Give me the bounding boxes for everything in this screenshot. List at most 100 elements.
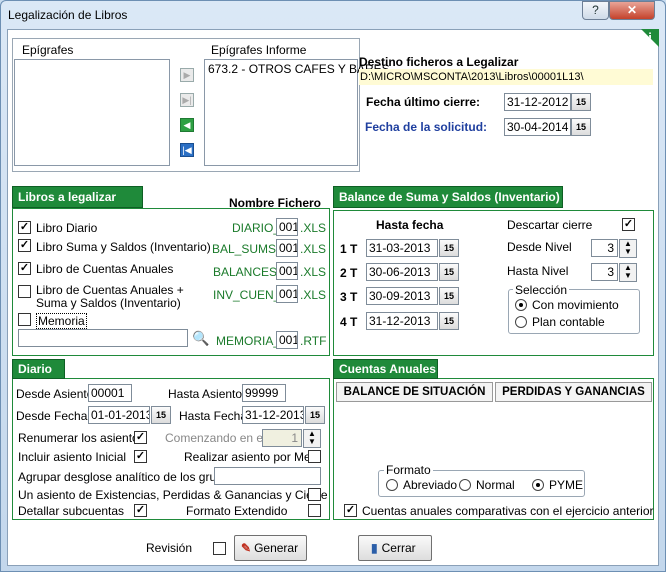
- trimestre-4-label: 4 T: [340, 315, 358, 329]
- pyme-radio[interactable]: [532, 479, 544, 491]
- calendar-icon[interactable]: 15: [439, 312, 459, 330]
- destino-title: Destino ficheros a Legalizar: [359, 55, 519, 69]
- memoria-file-input[interactable]: [18, 329, 188, 347]
- calendar-icon[interactable]: 15: [439, 263, 459, 281]
- desde-asiento-input[interactable]: 00001: [88, 384, 132, 402]
- renumerar-label: Renumerar los asientos: [18, 431, 145, 445]
- normal-radio[interactable]: [459, 479, 471, 491]
- libro-suma-checkbox[interactable]: ✓: [18, 239, 31, 252]
- list-item[interactable]: 673.2 - OTROS CAFES Y BARES: [205, 60, 390, 78]
- desde-nivel-input[interactable]: 3: [591, 239, 618, 257]
- trimestre-2-label: 2 T: [340, 266, 358, 280]
- calendar-icon[interactable]: 15: [305, 406, 325, 424]
- libro-inventario-checkbox[interactable]: [18, 285, 31, 298]
- move-left-icon[interactable]: ◀: [180, 118, 194, 132]
- libro-diario-number[interactable]: 001: [276, 218, 298, 236]
- trimestre-2-input[interactable]: 30-06-2013: [366, 263, 438, 281]
- existencias-label: Un asiento de Existencias, Perdidas & Ga…: [18, 488, 328, 502]
- epigrafes-label: Epígrafes: [22, 43, 74, 57]
- revision-checkbox[interactable]: [213, 542, 226, 555]
- libro-suma-number[interactable]: 001: [276, 239, 298, 257]
- desde-nivel-label: Desde Nivel: [507, 240, 572, 254]
- hasta-fecha-label: Hasta fecha: [376, 218, 444, 232]
- libro-inventario-number[interactable]: 001: [276, 285, 298, 303]
- libro-cuentas-number[interactable]: 001: [276, 262, 298, 280]
- calendar-icon[interactable]: 15: [151, 406, 171, 424]
- comenzando-label: Comenzando en el: [165, 431, 266, 445]
- hasta-nivel-stepper[interactable]: ▲ ▼: [619, 263, 637, 282]
- asiento-mes-label: Realizar asiento por Mes: [184, 450, 317, 464]
- asiento-inicial-label: Incluir asiento Inicial: [18, 450, 127, 464]
- con-movimiento-label: Con movimiento: [532, 298, 619, 312]
- tab-perdidas-ganancias[interactable]: PERDIDAS Y GANANCIAS: [495, 382, 652, 402]
- memoria-number[interactable]: 001: [276, 331, 298, 349]
- cerrar-button[interactable]: ▮ Cerrar: [358, 535, 432, 561]
- generar-button[interactable]: ✎ Generar: [234, 535, 307, 561]
- close-window-button[interactable]: ✕: [609, 1, 655, 20]
- tab-balance-situacion[interactable]: BALANCE DE SITUACIÓN: [336, 382, 493, 402]
- desde-fecha-input[interactable]: 01-01-2013: [88, 406, 150, 424]
- libro-inventario-prefix: INV_CUEN_: [213, 288, 281, 302]
- libro-diario-checkbox[interactable]: ✓: [18, 221, 31, 234]
- generar-label: Generar: [254, 541, 299, 555]
- formato-extendido-checkbox[interactable]: [308, 504, 321, 517]
- libro-inventario-label-2: Suma y Saldos (Inventario): [36, 296, 181, 310]
- hasta-asiento-input[interactable]: 99999: [242, 384, 286, 402]
- hasta-nivel-input[interactable]: 3: [591, 263, 618, 281]
- comparativas-checkbox[interactable]: ✓: [344, 504, 357, 517]
- plan-contable-label: Plan contable: [532, 315, 605, 329]
- libro-diario-ext: .XLS: [300, 221, 327, 235]
- libro-suma-ext: .XLS: [300, 242, 327, 256]
- normal-label: Normal: [476, 478, 515, 492]
- formato-extendido-label: Formato Extendido: [186, 504, 288, 518]
- agrupar-input[interactable]: [214, 467, 321, 485]
- move-right-icon[interactable]: ▶: [180, 68, 194, 82]
- hasta-nivel-label: Hasta Nivel: [507, 264, 569, 278]
- window-title: Legalización de Libros: [8, 8, 128, 22]
- cuentas-header: Cuentas Anuales: [333, 359, 438, 379]
- move-all-left-icon[interactable]: |◀: [180, 143, 194, 157]
- comparativas-label: Cuentas anuales comparativas con el ejer…: [362, 504, 654, 518]
- move-all-right-icon[interactable]: ▶|: [180, 93, 194, 107]
- help-button[interactable]: ?: [582, 1, 609, 20]
- epigrafes-informe-list[interactable]: 673.2 - OTROS CAFES Y BARES: [204, 59, 390, 166]
- comenzando-input[interactable]: 1: [262, 429, 302, 447]
- balance-header: Balance de Suma y Saldos (Inventario): [333, 186, 563, 208]
- libro-inventario-label: Libro de Cuentas Anuales +: [36, 283, 184, 297]
- hasta-fecha-input[interactable]: 31-12-2013: [242, 406, 304, 424]
- asiento-inicial-checkbox[interactable]: ✓: [134, 450, 147, 463]
- fecha-cierre-label: Fecha último cierre:: [366, 95, 481, 109]
- formato-label: Formato: [384, 463, 433, 477]
- existencias-checkbox[interactable]: [308, 488, 321, 501]
- calendar-icon[interactable]: 15: [439, 287, 459, 305]
- calendar-icon[interactable]: 15: [571, 118, 591, 136]
- libros-header: Libros a legalizar: [12, 186, 143, 208]
- libro-cuentas-checkbox[interactable]: ✓: [18, 262, 31, 275]
- calendar-icon[interactable]: 15: [439, 239, 459, 257]
- trimestre-3-input[interactable]: 30-09-2013: [366, 287, 438, 305]
- fecha-solicitud-input[interactable]: 30-04-2014: [504, 118, 571, 136]
- plan-contable-radio[interactable]: [515, 316, 527, 328]
- cerrar-label: Cerrar: [381, 541, 416, 555]
- folder-search-icon[interactable]: 🔍: [192, 329, 210, 347]
- seleccion-label: Selección: [513, 283, 570, 297]
- trimestre-4-input[interactable]: 31-12-2013: [366, 312, 438, 330]
- hasta-asiento-label: Hasta Asiento: [168, 387, 243, 401]
- memoria-checkbox[interactable]: [18, 313, 31, 326]
- asiento-mes-checkbox[interactable]: [308, 450, 321, 463]
- subcuentas-label: Detallar subcuentas: [18, 504, 125, 518]
- con-movimiento-radio[interactable]: [515, 299, 527, 311]
- descartar-cierre-checkbox[interactable]: ✓: [622, 218, 635, 231]
- calendar-icon[interactable]: 15: [571, 93, 591, 111]
- subcuentas-checkbox[interactable]: ✓: [134, 504, 147, 517]
- comenzando-stepper[interactable]: ▲ ▼: [303, 429, 321, 448]
- libro-cuentas-ext: .XLS: [300, 265, 327, 279]
- abreviado-radio[interactable]: [386, 479, 398, 491]
- libro-diario-prefix: DIARIO_: [232, 221, 281, 235]
- memoria-prefix: MEMORIA_: [216, 334, 281, 348]
- epigrafes-list[interactable]: [14, 59, 170, 166]
- fecha-cierre-input[interactable]: 31-12-2012: [504, 93, 571, 111]
- trimestre-1-input[interactable]: 31-03-2013: [366, 239, 438, 257]
- renumerar-checkbox[interactable]: ✓: [134, 431, 147, 444]
- desde-nivel-stepper[interactable]: ▲ ▼: [619, 239, 637, 258]
